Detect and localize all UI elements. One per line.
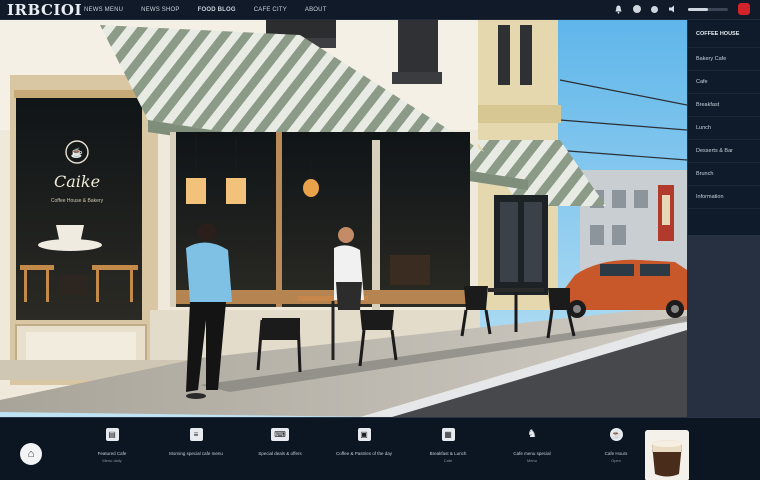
dock-item-sub: Menu	[526, 458, 537, 463]
dock-item-sub: Menu daily	[102, 458, 122, 463]
sidebar-item-desserts[interactable]: Desserts & Bar	[688, 140, 760, 163]
dock-item-label: Cafe menu special	[513, 451, 551, 456]
volume-slider-fill	[688, 7, 708, 11]
sidebar-header[interactable]: COFFEE HOUSE	[688, 20, 760, 48]
user-avatar-icon[interactable]	[633, 5, 641, 13]
calendar-icon: ▦	[441, 428, 455, 441]
dock-item-label: Morning special cafe menu	[169, 451, 223, 456]
top-bar: IRBCIOI NEWS MENU NEWS SHOP FOOD BLOG CA…	[0, 0, 760, 20]
speaker-icon	[668, 4, 678, 14]
sidebar-item-breakfast[interactable]: Breakfast	[688, 94, 760, 117]
cafe-street-scene: ☕ Caike Coffee House & Bakery	[0, 20, 687, 417]
volume-slider[interactable]	[688, 7, 728, 11]
shopfront-caption: Coffee House & Bakery	[51, 198, 104, 204]
receipt-icon: ≡	[189, 428, 203, 441]
sidebar-panel	[687, 235, 760, 417]
cafe-sign-text: Caike	[54, 172, 100, 191]
document-icon: ▤	[105, 428, 119, 441]
coffee-cup-thumbnail[interactable]	[645, 430, 689, 480]
dock-item-label: Coffee & Pastries of the day	[336, 451, 392, 456]
sidebar-item-cafe[interactable]: Cafe	[688, 71, 760, 94]
top-nav-item[interactable]: CAFE CITY	[254, 7, 287, 13]
top-nav-item[interactable]: FOOD BLOG	[198, 7, 236, 13]
dock-item-sub: Cafe	[443, 458, 453, 463]
settings-icon[interactable]	[651, 5, 658, 13]
keyboard-icon: ⌨	[271, 428, 289, 441]
top-controls	[613, 3, 750, 15]
dock-item-label: Featured Cafe	[97, 451, 127, 456]
sidebar-item-information[interactable]: Information	[688, 186, 760, 209]
cafe-illustration: ☕ Caike Coffee House & Bakery	[0, 20, 687, 417]
top-nav-item[interactable]: ABOUT	[305, 7, 327, 13]
person-icon: ♞	[527, 428, 537, 440]
dock-items: ▤ Featured Cafe Menu daily ≡ Morning spe…	[70, 428, 658, 463]
sidebar-item-brunch[interactable]: Brunch	[688, 163, 760, 186]
app-logo[interactable]: IRBCIOI	[0, 1, 81, 19]
dock-item-pastries[interactable]: ▣ Coffee & Pastries of the day	[322, 428, 406, 463]
dock-item-sub: Open	[611, 458, 621, 463]
dock-item-label: Breakfast & Lunch	[429, 451, 467, 456]
bell-icon[interactable]	[613, 4, 623, 14]
coffee-icon: ☕	[609, 428, 623, 441]
svg-text:☕: ☕	[71, 146, 83, 159]
dock-item-label: Special deals & offers	[258, 451, 302, 456]
briefcase-icon: ▣	[357, 428, 371, 441]
alert-button[interactable]	[738, 3, 750, 15]
sidebar-item-bakery-cafe[interactable]: Bakery Cafe	[688, 48, 760, 71]
dock-item-morning[interactable]: ≡ Morning special cafe menu	[154, 428, 238, 463]
dock-item-label: Cafe Hours	[604, 451, 628, 456]
dock-item-breakfast-lunch[interactable]: ▦ Breakfast & Lunch Cafe	[406, 428, 490, 463]
bottom-dock: ⌂ ▤ Featured Cafe Menu daily ≡ Morning s…	[0, 417, 760, 480]
top-nav: NEWS MENU NEWS SHOP FOOD BLOG CAFE CITY …	[84, 7, 327, 13]
dock-item-deals[interactable]: ⌨ Special deals & offers	[238, 428, 322, 463]
top-nav-item[interactable]: NEWS MENU	[84, 7, 123, 13]
right-sidebar: COFFEE HOUSE Bakery Cafe Cafe Breakfast …	[687, 20, 760, 235]
home-icon[interactable]: ⌂	[20, 443, 42, 465]
sidebar-item-lunch[interactable]: Lunch	[688, 117, 760, 140]
dock-item-featured[interactable]: ▤ Featured Cafe Menu daily	[70, 428, 154, 463]
dock-item-menu-special[interactable]: ♞ Cafe menu special Menu	[490, 428, 574, 464]
top-nav-item[interactable]: NEWS SHOP	[141, 7, 179, 13]
